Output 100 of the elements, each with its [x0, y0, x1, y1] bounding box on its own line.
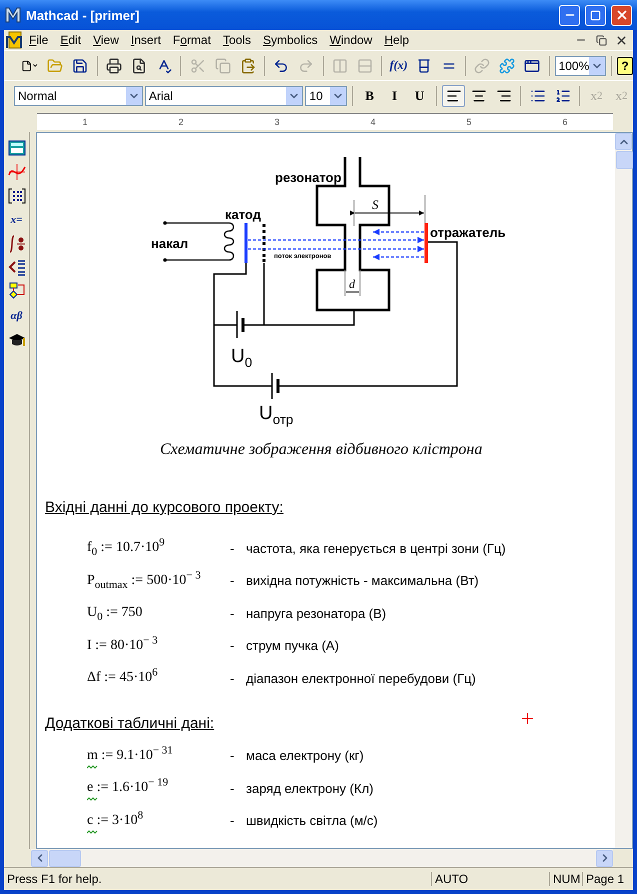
link-icon — [474, 58, 490, 74]
description-text: швидкість світла (м/с) — [246, 813, 379, 828]
palette-button[interactable] — [6, 186, 26, 206]
function-button[interactable]: f(x) — [387, 54, 410, 76]
menu-item[interactable]: File — [24, 32, 54, 48]
format-button[interactable]: I — [383, 84, 406, 106]
font-size-select[interactable]: 10 — [305, 86, 348, 106]
columns-icon — [332, 58, 348, 74]
app-logo-icon — [5, 7, 21, 23]
menu-item[interactable]: Edit — [55, 32, 86, 48]
minimize-button[interactable] — [559, 4, 580, 26]
grid-electrode — [262, 224, 266, 262]
window-title: Mathcad - [primer] — [26, 8, 140, 22]
palette-button[interactable]: αβ — [6, 306, 26, 326]
math-expression: I := 80·10$^{− 3}$ — [87, 638, 159, 654]
menu-item[interactable]: Window — [324, 32, 378, 48]
folder-icon — [47, 58, 64, 74]
battery-drawing — [236, 311, 244, 338]
palette-button[interactable]: x= — [6, 210, 26, 230]
zoom-select[interactable]: 100% — [554, 56, 606, 76]
diagram-label: катод — [225, 207, 261, 222]
math-expression: c := 3·10$^{8}$ — [87, 812, 230, 829]
reflector-plate — [424, 223, 428, 263]
format-button[interactable]: B — [358, 84, 382, 106]
cathode-plate — [244, 223, 248, 263]
help-button[interactable]: ? — [616, 56, 633, 74]
ruler-number: 4 — [370, 116, 376, 126]
description-text: струм пучка (А) — [246, 638, 340, 654]
dash: - — [230, 670, 236, 686]
align-left-icon — [446, 88, 462, 104]
dash: - — [230, 813, 236, 828]
math-expression: f$_{0}$ := 10.7·10$^{9}$ — [87, 540, 166, 556]
description-text: напруга резонатора (В) — [246, 606, 388, 621]
print-preview-icon — [130, 58, 147, 74]
diagram-label: U$_{отр}$ — [259, 403, 294, 427]
status-panel: AUTO — [431, 872, 472, 886]
scroll-right-button[interactable] — [596, 850, 613, 866]
dimension-drawing — [344, 270, 360, 296]
close-icon — [614, 34, 628, 46]
style-select[interactable]: Normal — [14, 86, 143, 106]
status-text: Press F1 for help. — [6, 872, 103, 886]
menu-item[interactable]: Help — [379, 32, 414, 48]
diagram-label: резонатор — [275, 170, 342, 185]
undo-icon — [273, 58, 290, 74]
math-expression: P$_{outmax}$ := 500·10$^{− 3}$ — [87, 572, 202, 589]
description-text: діапазон електронної перебудови (Гц) — [246, 670, 477, 686]
dash: - — [230, 573, 236, 588]
palette-button[interactable] — [6, 258, 26, 278]
description-text: частота, яка генерується в центрі зони (Гц) — [246, 540, 507, 556]
save-icon — [72, 58, 88, 74]
graduation-cap-icon — [8, 331, 26, 349]
redo-icon — [298, 58, 314, 74]
printer-icon — [106, 58, 122, 74]
status-panel: Page 1 — [582, 872, 633, 886]
puzzle-icon — [499, 58, 516, 74]
math-expression: Δf := 45·10$^{6}$ — [87, 670, 159, 686]
align-center-icon — [470, 88, 487, 104]
maximize-button[interactable] — [585, 4, 606, 26]
align-right-icon — [496, 88, 512, 104]
matrix-icon — [8, 187, 26, 205]
format-button[interactable]: U — [408, 84, 432, 106]
cut-icon — [190, 58, 206, 74]
ruler-number: 6 — [562, 116, 568, 126]
copy-icon — [214, 58, 231, 74]
menu-item[interactable]: Format — [168, 32, 216, 48]
diagram-label: d — [349, 277, 355, 291]
font-select[interactable]: Arial — [144, 86, 304, 106]
math-expression: e := 1.6·10$^{− 19}$ — [87, 780, 230, 796]
scroll-thumb[interactable] — [616, 151, 633, 169]
menu-item[interactable]: Insert — [126, 32, 166, 48]
menu-item[interactable]: View — [88, 32, 124, 48]
menu-item[interactable]: Symbolics — [258, 32, 323, 48]
dash: - — [230, 540, 236, 556]
description-text: заряд електрону (Кл) — [246, 780, 374, 796]
section-heading: Вхідні данні до курсового проекту: — [45, 499, 284, 516]
scroll-left-button[interactable] — [31, 850, 48, 866]
status-panel: NUM — [549, 872, 582, 886]
dash: - — [230, 748, 236, 764]
dash: - — [230, 638, 236, 654]
description-text: маса електрону (кг) — [246, 748, 365, 764]
scroll-up-button[interactable] — [615, 133, 632, 150]
diagram-label: S — [372, 197, 378, 212]
ruler-number: 5 — [466, 116, 472, 126]
toolbar-button[interactable] — [442, 84, 466, 106]
boolean-icon — [8, 258, 26, 278]
menu-item[interactable]: Tools — [218, 32, 256, 48]
dash: - — [230, 606, 236, 621]
document-icon — [6, 31, 22, 49]
diagram-caption: Схематичне зображення відбивного клістрона — [160, 441, 484, 459]
palette-button[interactable] — [6, 138, 26, 158]
description-text: вихідна потужність - максимальна (Вт) — [246, 573, 480, 588]
ruler-number: 3 — [274, 116, 280, 126]
math-expression: U$_{0}$ := 750 — [87, 605, 144, 622]
close-icon — [614, 8, 628, 22]
graph-icon — [8, 163, 26, 181]
beaker-icon — [416, 58, 432, 74]
math-expression: m := 9.1·10$^{− 31}$ — [87, 748, 230, 764]
paste-icon — [240, 58, 256, 74]
scroll-thumb[interactable] — [49, 850, 81, 866]
calculus-icon — [8, 234, 26, 254]
